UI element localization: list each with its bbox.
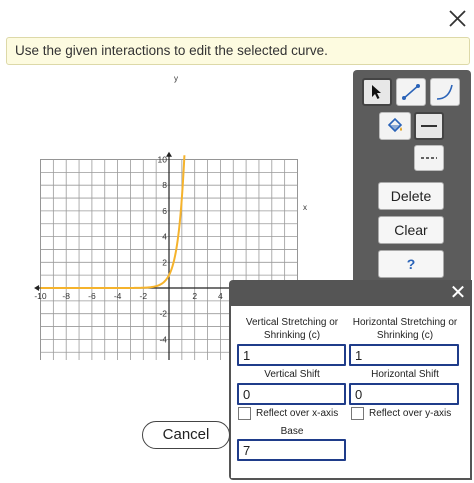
y-tick-label: 6 bbox=[162, 206, 167, 216]
close-icon[interactable] bbox=[444, 6, 470, 32]
solid-line-icon bbox=[421, 125, 437, 127]
instruction-text: Use the given interactions to edit the s… bbox=[15, 43, 328, 58]
fill-tool-button[interactable] bbox=[379, 112, 411, 140]
instruction-banner: Use the given interactions to edit the s… bbox=[6, 37, 470, 65]
x-tick-label: -2 bbox=[140, 291, 148, 301]
panel-close-icon[interactable]: ✕ bbox=[447, 282, 469, 304]
help-button[interactable]: ? bbox=[378, 250, 444, 278]
reflect-y-checkbox[interactable] bbox=[351, 407, 364, 420]
vertical-shift-label: Vertical Shift bbox=[264, 369, 320, 380]
horizontal-stretch-label: Horizontal Stretching or Shrinking (c) bbox=[352, 317, 458, 341]
y-tick-label: 8 bbox=[162, 180, 167, 190]
select-tool-button[interactable] bbox=[362, 78, 392, 106]
y-axis-label: y bbox=[174, 74, 178, 83]
y-tick-label: -2 bbox=[159, 309, 167, 319]
dashed-line-button[interactable] bbox=[414, 145, 444, 171]
reflect-y-label: Reflect over y-axis bbox=[369, 408, 452, 419]
delete-button[interactable]: Delete bbox=[378, 182, 444, 210]
paint-bucket-icon bbox=[387, 117, 403, 133]
x-tick-label: 4 bbox=[218, 291, 223, 301]
reflect-x-label: Reflect over x-axis bbox=[256, 408, 339, 419]
x-tick-label: 2 bbox=[192, 291, 197, 301]
x-tick-label: -8 bbox=[62, 291, 70, 301]
vertical-stretch-input[interactable] bbox=[237, 344, 346, 366]
pointer-icon bbox=[372, 85, 381, 99]
curve-icon bbox=[436, 84, 453, 100]
line-tool-button[interactable] bbox=[396, 78, 426, 106]
solid-line-button[interactable] bbox=[414, 112, 444, 140]
curve-tool-button[interactable] bbox=[430, 78, 460, 106]
vertical-shift-input[interactable] bbox=[237, 383, 346, 405]
x-tick-label: -10 bbox=[34, 291, 47, 301]
base-label: Base bbox=[280, 426, 304, 437]
horizontal-shift-label: Horizontal Shift bbox=[371, 369, 439, 380]
y-tick-label: 4 bbox=[162, 232, 167, 242]
dashed-line-icon bbox=[421, 157, 437, 159]
x-axis-label: x bbox=[303, 203, 307, 212]
horizontal-shift-input[interactable] bbox=[349, 383, 459, 405]
reflect-x-checkbox[interactable] bbox=[238, 407, 251, 420]
base-input[interactable] bbox=[237, 439, 346, 461]
clear-button[interactable]: Clear bbox=[378, 216, 444, 244]
vertical-stretch-label: Vertical Stretching or Shrinking (c) bbox=[245, 317, 339, 341]
y-tick-label: -4 bbox=[159, 334, 167, 344]
y-tick-label: 2 bbox=[162, 257, 167, 267]
y-tick-label: 10 bbox=[158, 155, 168, 165]
x-tick-label: -4 bbox=[114, 291, 122, 301]
x-tick-label: -6 bbox=[88, 291, 96, 301]
horizontal-stretch-input[interactable] bbox=[349, 344, 459, 366]
cancel-button[interactable]: Cancel bbox=[142, 421, 230, 449]
line-segment-icon bbox=[402, 84, 420, 100]
